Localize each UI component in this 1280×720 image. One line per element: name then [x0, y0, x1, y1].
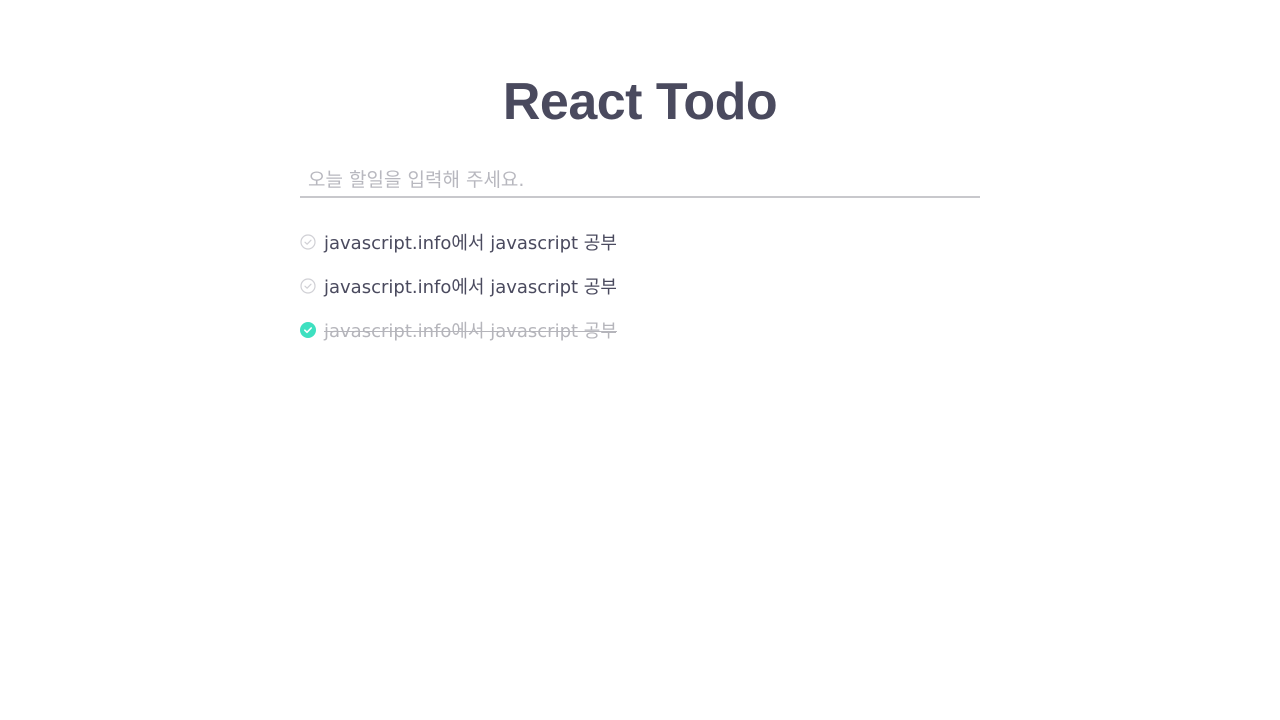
new-todo-input[interactable] [300, 164, 980, 198]
circle-check-outline-icon[interactable] [300, 234, 316, 250]
todo-item: javascript.info에서 javascript 공부 [300, 264, 980, 308]
todo-text[interactable]: javascript.info에서 javascript 공부 [324, 273, 617, 299]
circle-check-outline-icon[interactable] [300, 278, 316, 294]
page-title: React Todo [502, 73, 778, 131]
todo-item: javascript.info에서 javascript 공부 [300, 220, 980, 264]
todo-text[interactable]: javascript.info에서 javascript 공부 [324, 229, 617, 255]
todo-item-completed: javascript.info에서 javascript 공부 [300, 308, 980, 352]
todo-list: javascript.info에서 javascript 공부 javascri… [300, 220, 980, 352]
circle-check-filled-icon[interactable] [300, 322, 316, 338]
todo-text[interactable]: javascript.info에서 javascript 공부 [324, 317, 617, 343]
